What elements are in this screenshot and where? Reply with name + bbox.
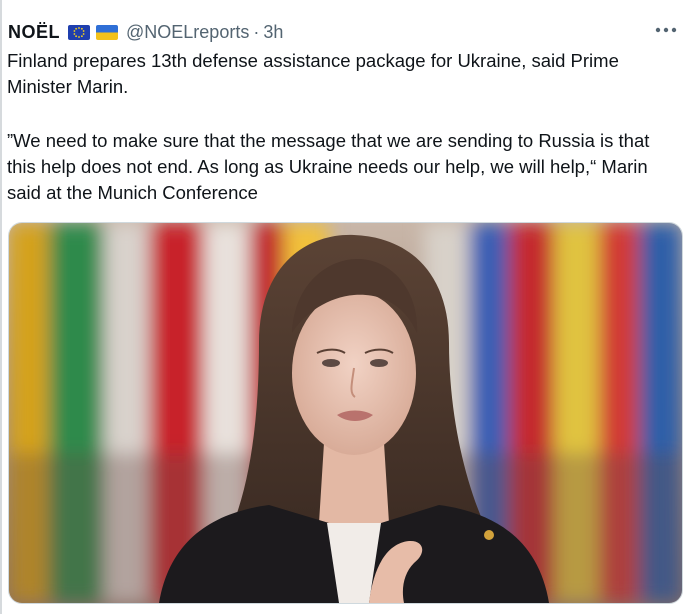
tweet-photo[interactable] bbox=[8, 222, 683, 604]
display-name[interactable]: NOËL bbox=[8, 22, 60, 43]
user-handle[interactable]: @NOELreports bbox=[126, 22, 249, 43]
tweet[interactable]: NOËL @NOELreports · 3h Finland prepares … bbox=[0, 0, 692, 614]
tweet-header: NOËL @NOELreports · 3h bbox=[8, 18, 283, 46]
tweet-text-headline: Finland prepares 13th defense assistance… bbox=[7, 50, 619, 97]
photo-portrait bbox=[9, 223, 682, 603]
timeline-divider bbox=[0, 0, 2, 614]
ukraine-flag-icon bbox=[96, 24, 119, 40]
separator-dot: · bbox=[253, 21, 260, 42]
timestamp[interactable]: 3h bbox=[263, 22, 283, 43]
more-options-icon[interactable] bbox=[654, 18, 678, 42]
eu-flag-icon bbox=[68, 24, 91, 40]
tweet-text-quote: ”We need to make sure that the message t… bbox=[7, 130, 650, 203]
